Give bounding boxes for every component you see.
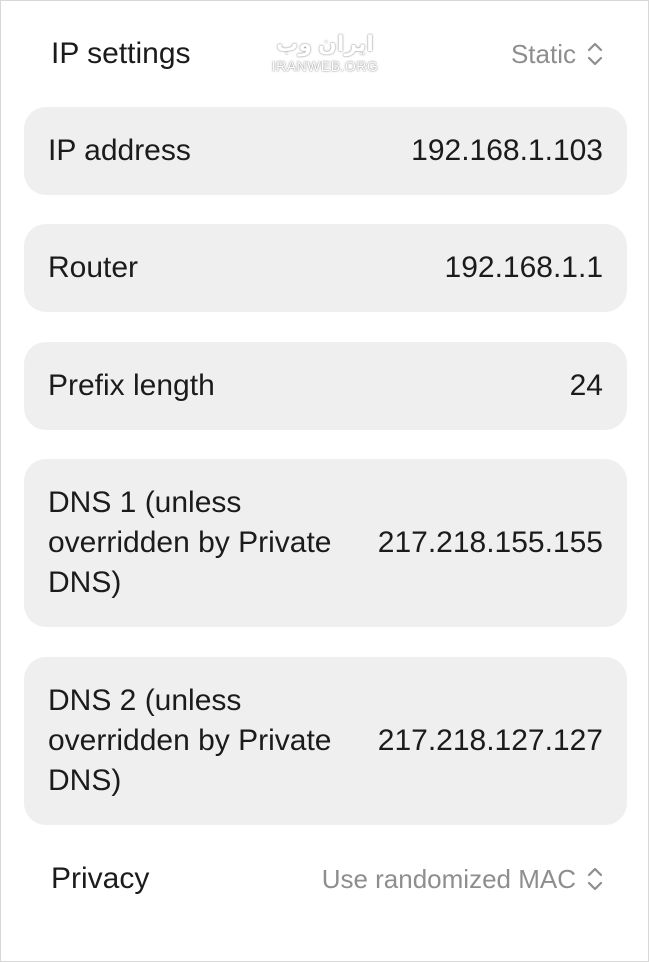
prefix-length-value[interactable]: 24 <box>570 369 603 403</box>
ip-address-value[interactable]: 192.168.1.103 <box>411 134 603 168</box>
router-value[interactable]: 192.168.1.1 <box>445 251 603 285</box>
ip-address-label: IP address <box>48 134 191 167</box>
ip-settings-dropdown[interactable]: Static <box>511 39 604 70</box>
privacy-label: Privacy <box>51 862 150 895</box>
privacy-row[interactable]: Privacy Use randomized MAC <box>1 846 649 912</box>
up-down-chevron-icon <box>587 867 603 891</box>
prefix-length-field[interactable]: Prefix length 24 <box>24 342 627 430</box>
dns1-value[interactable]: 217.218.155.155 <box>378 526 603 560</box>
ip-settings-label: IP settings <box>51 37 191 70</box>
ip-settings-row[interactable]: IP settings Static <box>1 21 649 87</box>
dns2-field[interactable]: DNS 2 (unless overridden by Private DNS)… <box>24 657 627 825</box>
ip-settings-value: Static <box>510 38 576 69</box>
dns1-field[interactable]: DNS 1 (unless overridden by Private DNS)… <box>24 459 627 627</box>
up-down-chevron-icon <box>587 42 603 66</box>
prefix-length-label: Prefix length <box>48 369 215 402</box>
privacy-value: Use randomized MAC <box>321 863 576 894</box>
router-field[interactable]: Router 192.168.1.1 <box>24 224 627 312</box>
router-label: Router <box>48 251 139 284</box>
dns1-label: DNS 1 (unless overridden by Private DNS) <box>48 486 332 599</box>
dns2-value[interactable]: 217.218.127.127 <box>378 724 603 758</box>
dns2-label: DNS 2 (unless overridden by Private DNS) <box>48 684 332 797</box>
ip-address-field[interactable]: IP address 192.168.1.103 <box>24 107 627 195</box>
privacy-dropdown[interactable]: Use randomized MAC <box>322 864 604 895</box>
